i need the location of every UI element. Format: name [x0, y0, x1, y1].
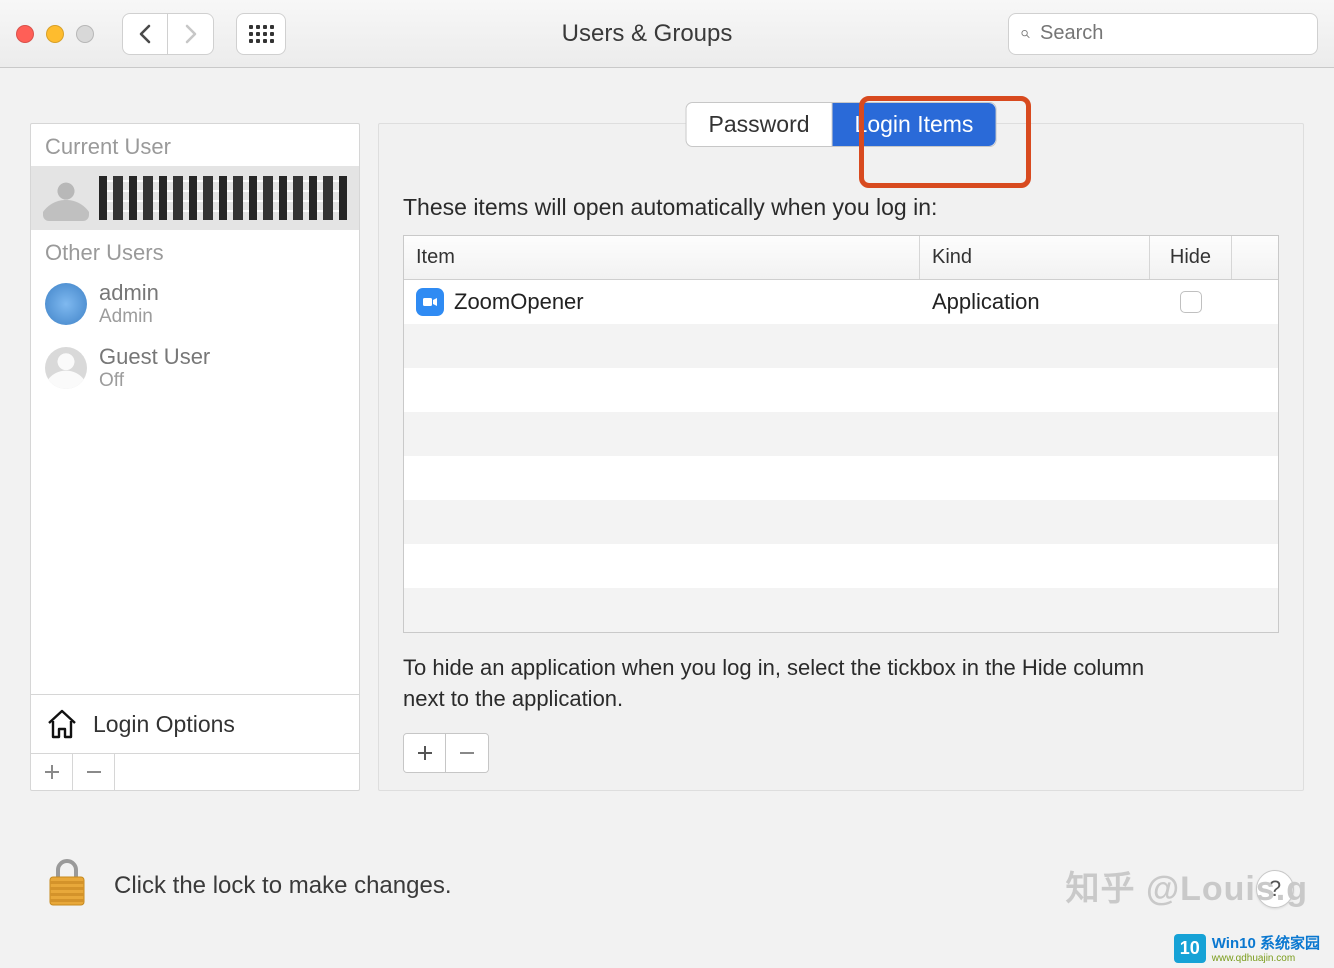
nav-buttons — [122, 13, 214, 55]
current-user-label: Current User — [31, 124, 359, 166]
table-row — [404, 500, 1278, 544]
lock-button[interactable] — [44, 857, 90, 914]
tab-password[interactable]: Password — [687, 103, 833, 146]
user-name: admin — [99, 280, 159, 306]
chevron-left-icon — [138, 24, 152, 44]
window-controls — [16, 25, 94, 43]
plus-icon — [416, 744, 434, 762]
tab-login-items[interactable]: Login Items — [833, 103, 996, 146]
hide-checkbox[interactable] — [1180, 291, 1202, 313]
table-row[interactable]: ZoomOpener Application — [404, 280, 1278, 324]
table-row — [404, 456, 1278, 500]
col-item[interactable]: Item — [404, 236, 920, 279]
show-all-button[interactable] — [236, 13, 286, 55]
toolbar: Users & Groups — [0, 0, 1334, 68]
chevron-right-icon — [184, 24, 198, 44]
user-avatar-icon — [45, 347, 87, 389]
main-panel: Password Login Items These items will op… — [378, 123, 1304, 791]
current-user-name-redacted — [99, 176, 347, 220]
login-options-label: Login Options — [93, 711, 235, 738]
table-row — [404, 368, 1278, 412]
window-title: Users & Groups — [298, 20, 996, 48]
table-header: Item Kind Hide — [404, 236, 1278, 280]
login-items-add-remove — [403, 733, 489, 773]
col-kind[interactable]: Kind — [920, 236, 1150, 279]
remove-login-item-button[interactable] — [446, 734, 488, 772]
watermark-line1: Win10 系统家园 — [1212, 932, 1320, 953]
grid-icon — [249, 25, 274, 43]
remove-user-button[interactable] — [73, 754, 115, 790]
hide-hint-text: To hide an application when you log in, … — [403, 653, 1183, 715]
search-icon — [1021, 24, 1030, 44]
zoom-window-button[interactable] — [76, 25, 94, 43]
add-user-button[interactable] — [31, 754, 73, 790]
sidebar-add-remove — [31, 753, 359, 790]
table-row — [404, 544, 1278, 588]
sidebar-user-guest[interactable]: Guest User Off — [31, 336, 359, 400]
sidebar-user-admin[interactable]: admin Admin — [31, 272, 359, 336]
table-row — [404, 588, 1278, 632]
watermark-line2: www.qdhuajin.com — [1212, 953, 1320, 964]
minimize-window-button[interactable] — [46, 25, 64, 43]
watermark-badge-number: 10 — [1174, 934, 1206, 963]
login-items-table: Item Kind Hide ZoomOpener Application — [403, 235, 1279, 633]
forward-button[interactable] — [168, 13, 214, 55]
minus-icon — [458, 744, 476, 762]
lock-row: Click the lock to make changes. — [44, 857, 452, 914]
watermark-badge: 10 Win10 系统家园 www.qdhuajin.com — [1174, 932, 1320, 964]
item-kind: Application — [920, 289, 1150, 315]
table-row — [404, 324, 1278, 368]
table-body: ZoomOpener Application — [404, 280, 1278, 632]
user-role: Admin — [99, 306, 159, 328]
users-sidebar: Current User Other Users admin Admin Gue… — [30, 123, 360, 791]
zoom-app-icon — [416, 288, 444, 316]
help-button[interactable]: ? — [1256, 870, 1294, 908]
lock-icon — [44, 857, 90, 909]
login-options-button[interactable]: Login Options — [31, 694, 359, 753]
col-hide[interactable]: Hide — [1150, 236, 1232, 279]
question-mark-icon: ? — [1269, 876, 1281, 902]
item-name: ZoomOpener — [454, 289, 584, 315]
user-name: Guest User — [99, 344, 210, 370]
preferences-window: Users & Groups Current User Other Users … — [0, 0, 1334, 968]
tab-bar: Password Login Items — [686, 102, 997, 147]
lock-text: Click the lock to make changes. — [114, 872, 452, 900]
col-spacer — [1232, 236, 1278, 279]
other-users-label: Other Users — [31, 230, 359, 272]
user-role: Off — [99, 370, 210, 392]
body: Current User Other Users admin Admin Gue… — [0, 68, 1334, 791]
close-window-button[interactable] — [16, 25, 34, 43]
minus-icon — [86, 764, 102, 780]
user-avatar-icon — [45, 283, 87, 325]
search-input[interactable] — [1040, 22, 1305, 45]
plus-icon — [44, 764, 60, 780]
search-field[interactable] — [1008, 13, 1318, 55]
house-icon — [45, 707, 79, 741]
back-button[interactable] — [122, 13, 168, 55]
table-row — [404, 412, 1278, 456]
current-user-row[interactable] — [31, 166, 359, 230]
add-login-item-button[interactable] — [404, 734, 446, 772]
current-user-avatar-icon — [43, 175, 89, 221]
